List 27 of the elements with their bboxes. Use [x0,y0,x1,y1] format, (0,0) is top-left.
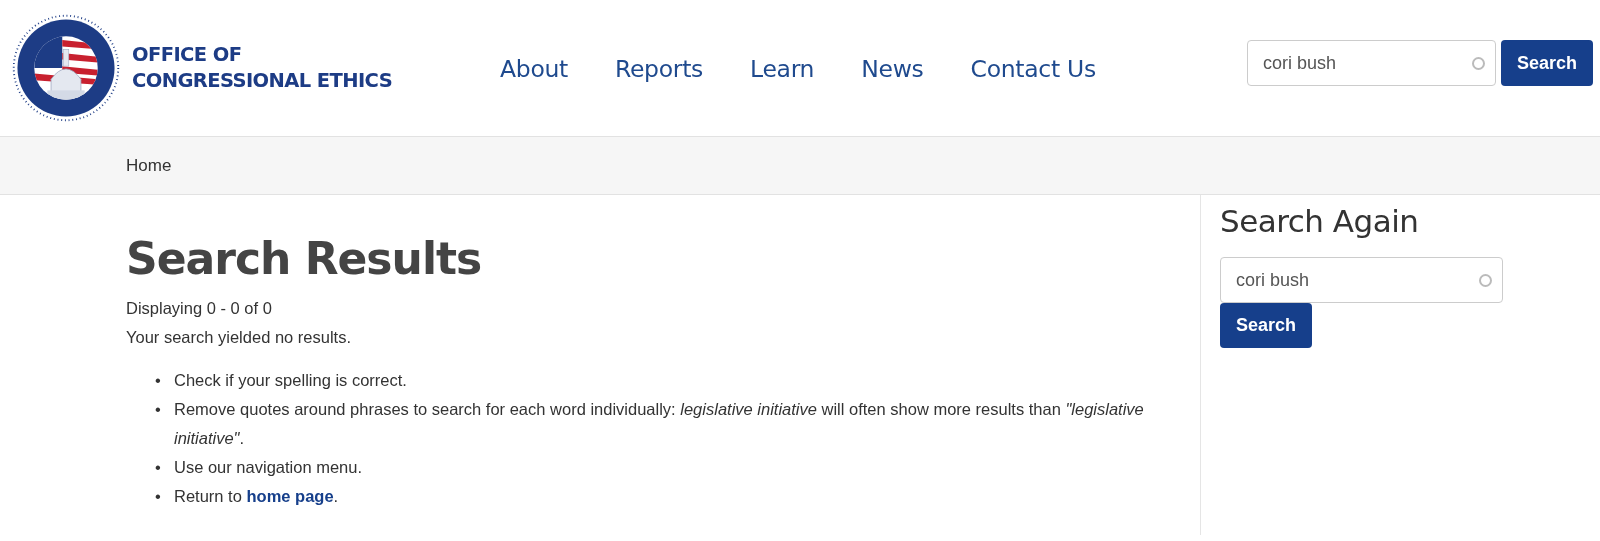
tip-text: Remove quotes around phrases to search for each word individually: legislative initiative will often show more results than "legislative initiative". [174,399,1145,449]
bullet: • [155,370,162,391]
page-heading: Search Results [126,233,483,284]
bullet: • [155,486,162,507]
loading-icon [1471,56,1485,70]
search-field[interactable]: cori bush [1220,257,1503,303]
nav-link[interactable]: News [861,55,924,83]
nav-link[interactable]: Reports [615,55,704,83]
site-title[interactable]: OFFICE OF CONGRESSIONAL ETHICS [132,42,393,94]
tip-text: Check if your spelling is correct. [174,370,407,391]
result-count: Displaying 0 - 0 of 0 [126,298,273,319]
no-results-message: Your search yielded no results. [126,327,353,348]
nav-link[interactable]: Contact Us [970,55,1096,83]
bullet: • [155,399,162,420]
seal-logo[interactable] [12,14,120,122]
search-field[interactable]: cori bush [1246,40,1496,86]
nav-link[interactable]: Learn [750,55,815,83]
nav-link[interactable]: About [500,55,568,83]
tip-text: Return to home page. [174,486,339,507]
home-page-link[interactable]: home page [246,487,334,505]
bullet: • [155,457,162,478]
search-button[interactable]: Search [1220,303,1313,348]
tip-text: Use our navigation menu. [174,457,363,478]
loading-icon [1479,273,1492,287]
search-button[interactable]: Search [1500,40,1593,86]
sidebar-heading: Search Again [1220,203,1420,239]
breadcrumb-link[interactable]: Home [126,155,172,176]
